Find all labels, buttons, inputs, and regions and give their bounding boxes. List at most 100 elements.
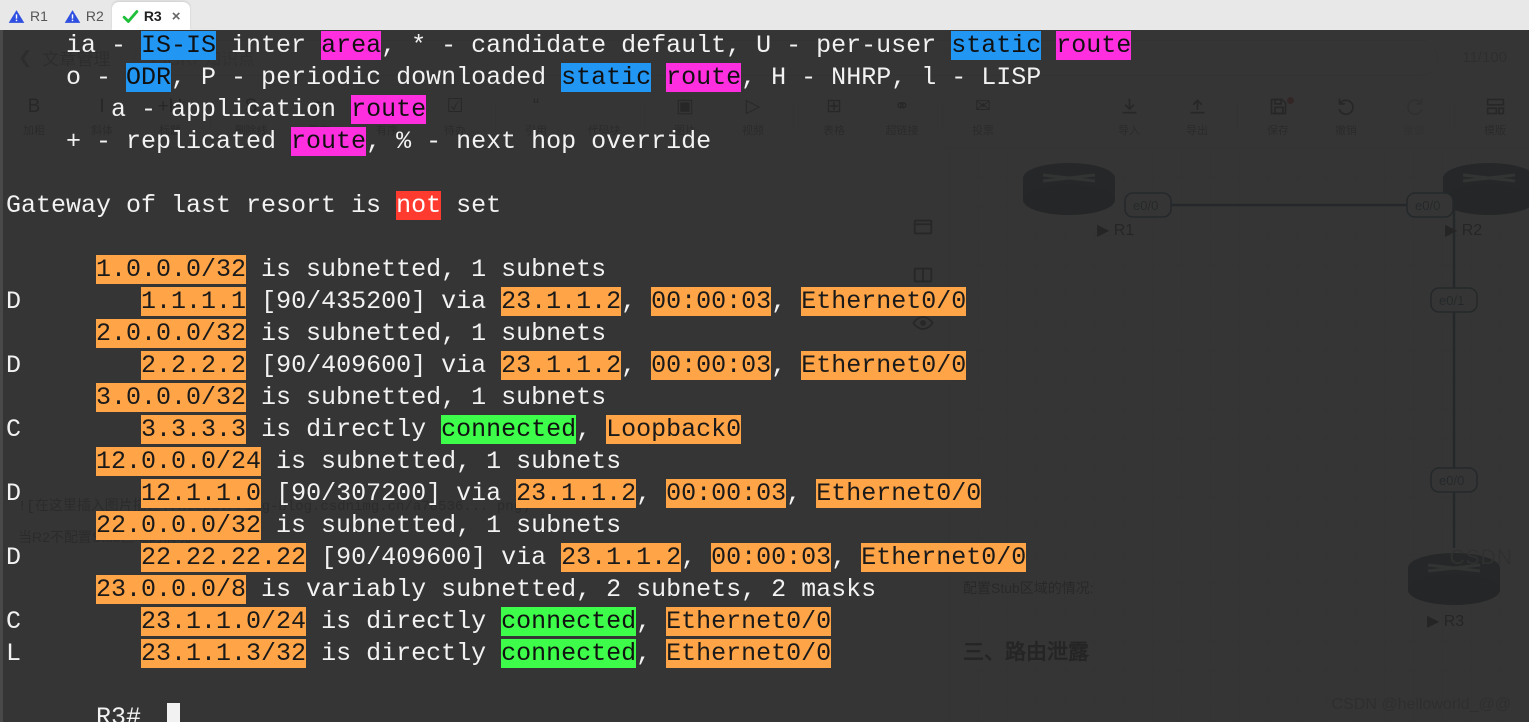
terminal-text: D [6,287,142,316]
terminal-text: is subnetted, 1 subnets [261,511,622,540]
browser-tab-r3[interactable]: R3 × [111,2,191,30]
terminal-text: is directly [246,415,442,444]
terminal-line: D 2.2.2.2 [90/409600] via 23.1.1.2, 00:0… [6,350,1529,382]
terminal-highlight-or: 3.0.0.0/32 [96,383,247,412]
warning-triangle-icon [8,9,25,23]
terminal-text: , % - next hop override [366,127,712,156]
green-check-icon [122,9,139,23]
terminal-highlight-or: 22.0.0.0/32 [96,511,262,540]
terminal-line: o - ODR, P - periodic downloaded static … [6,62,1529,94]
terminal-highlight-or: Ethernet0/0 [666,639,832,668]
terminal-highlight-grn: connected [501,607,637,636]
terminal-text: + - replicated [6,127,292,156]
terminal-text: [90/409600] via [246,351,502,380]
terminal-text: , P - periodic downloaded [171,63,562,92]
terminal-left-rule [0,24,3,722]
terminal-line: 3.0.0.0/32 is subnetted, 1 subnets [6,382,1529,414]
terminal-highlight-blue: ODR [126,63,172,92]
terminal-line: D 22.22.22.22 [90/409600] via 23.1.1.2, … [6,542,1529,574]
browser-tab-r1[interactable]: R1 [0,2,56,30]
terminal-highlight-red: not [396,191,442,220]
terminal-line: D 1.1.1.1 [90/435200] via 23.1.1.2, 00:0… [6,286,1529,318]
terminal-highlight-mag: area [321,31,382,60]
terminal-text: is directly [306,639,502,668]
terminal-highlight-or: 2.2.2.2 [141,351,247,380]
terminal-text: , [621,351,652,380]
terminal-text: , [786,479,817,508]
terminal-highlight-or: 23.1.1.2 [501,351,622,380]
terminal-text: set [441,191,502,220]
terminal-text: is subnetted, 1 subnets [246,255,607,284]
terminal-highlight-blue: IS-IS [141,31,217,60]
terminal-text: , [636,607,667,636]
terminal-text: , [621,287,652,316]
terminal-text: ia - [6,31,142,60]
terminal-highlight-or: 23.1.1.2 [516,479,637,508]
terminal-text: L [6,639,142,668]
terminal-line: D 12.1.1.0 [90/307200] via 23.1.1.2, 00:… [6,478,1529,510]
terminal-line: L 23.1.1.3/32 is directly connected, Eth… [6,638,1529,670]
terminal-highlight-or: 12.0.0.0/24 [96,447,262,476]
terminal-highlight-or: 00:00:03 [651,351,772,380]
terminal-prompt: R3# [96,703,142,722]
terminal-text: , H - NHRP, l - LISP [741,63,1042,92]
browser-tab-label: R3 [143,8,162,24]
terminal-highlight-or: Ethernet0/0 [801,287,967,316]
terminal-text: C [6,607,142,636]
terminal-highlight-or: Loopback0 [606,415,742,444]
terminal-line: 23.0.0.0/8 is variably subnetted, 2 subn… [6,574,1529,606]
terminal-highlight-mag: route [1056,31,1132,60]
terminal-prompt-line: R3# [6,670,1529,722]
browser-tab-r2[interactable]: R2 [56,2,112,30]
terminal-text: [90/435200] via [246,287,502,316]
terminal-highlight-grn: connected [501,639,637,668]
close-icon[interactable]: × [172,8,181,25]
terminal-highlight-blue: static [561,63,652,92]
terminal-output-overlay[interactable]: ia - IS-IS inter area, * - candidate def… [0,24,1529,722]
terminal-line: ia - IS-IS inter area, * - candidate def… [6,30,1529,62]
terminal-highlight-or: 23.0.0.0/8 [96,575,247,604]
terminal-highlight-or: 1.1.1.1 [141,287,247,316]
terminal-line: C 3.3.3.3 is directly connected, Loopbac… [6,414,1529,446]
terminal-highlight-or: 2.0.0.0/32 [96,319,247,348]
terminal-line: 2.0.0.0/32 is subnetted, 1 subnets [6,318,1529,350]
terminal-line: C 23.1.1.0/24 is directly connected, Eth… [6,606,1529,638]
terminal-text: is subnetted, 1 subnets [261,447,622,476]
terminal-highlight-or: 23.1.1.3/32 [141,639,307,668]
terminal-text: , [576,415,607,444]
terminal-text: , [771,287,802,316]
terminal-line: a - application route [6,94,1529,126]
terminal-text: , [681,543,712,572]
warning-triangle-icon [64,9,81,23]
terminal-highlight-or: 00:00:03 [666,479,787,508]
terminal-text: is subnetted, 1 subnets [246,319,607,348]
terminal-highlight-or: Ethernet0/0 [801,351,967,380]
terminal-lines: ia - IS-IS inter area, * - candidate def… [6,30,1529,670]
terminal-text: , [636,639,667,668]
terminal-line: 1.0.0.0/32 is subnetted, 1 subnets [6,254,1529,286]
terminal-highlight-or: 12.1.1.0 [141,479,262,508]
terminal-text: , [636,479,667,508]
terminal-text: inter [216,31,322,60]
terminal-line: 22.0.0.0/32 is subnetted, 1 subnets [6,510,1529,542]
terminal-text: D [6,479,142,508]
terminal-highlight-grn: connected [441,415,577,444]
terminal-line: Gateway of last resort is not set [6,190,1529,222]
terminal-highlight-mag: route [351,95,427,124]
terminal-text: o - [6,63,127,92]
terminal-highlight-or: 23.1.1.2 [501,287,622,316]
terminal-cursor [167,703,181,722]
terminal-text: is directly [306,607,502,636]
terminal-text: [90/409600] via [306,543,562,572]
browser-tab-strip: R1 R2 R3 × [0,0,1529,30]
terminal-highlight-or: 00:00:03 [711,543,832,572]
